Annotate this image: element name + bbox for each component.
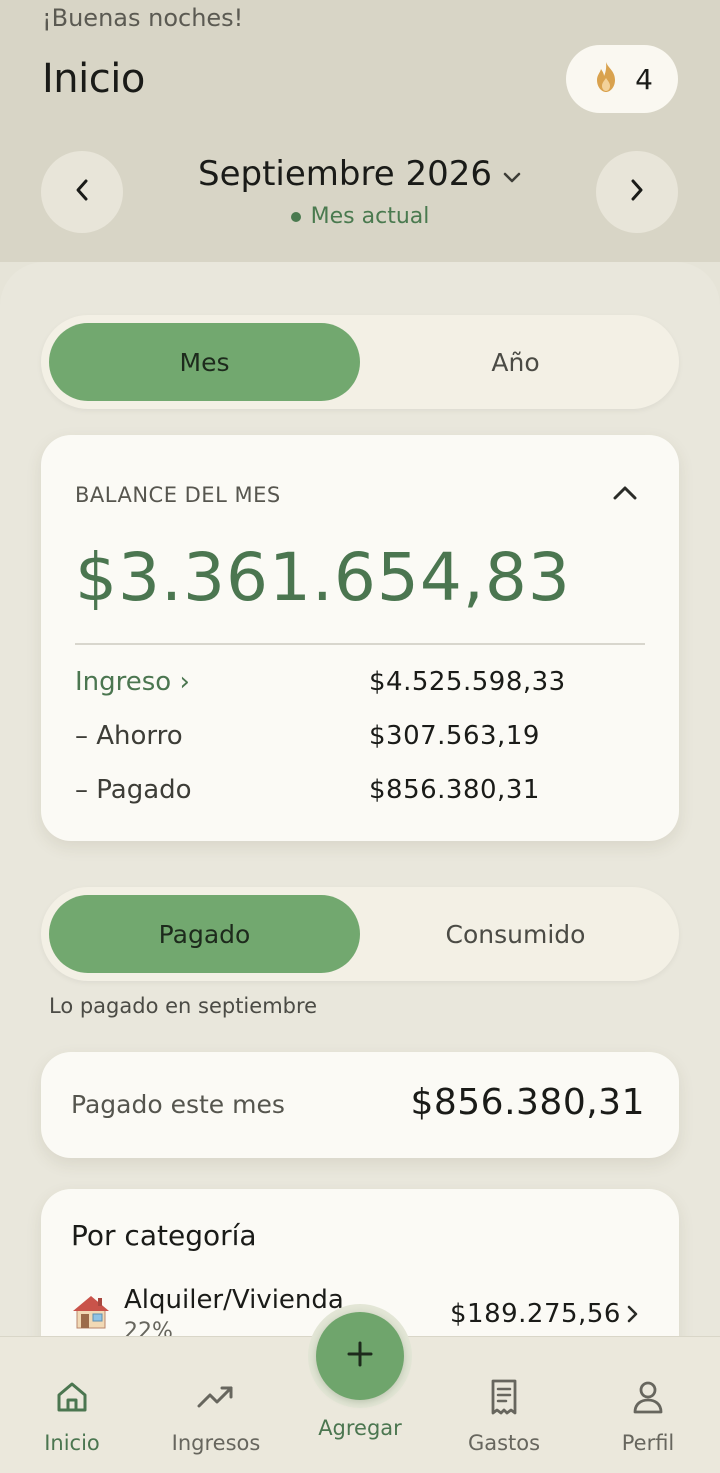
income-row[interactable]: Ingreso › $4.525.598,33	[75, 667, 645, 703]
nav-profile[interactable]: Perfil	[593, 1377, 703, 1455]
next-month-button[interactable]	[596, 151, 678, 233]
nav-profile-label: Perfil	[621, 1431, 675, 1455]
paid-value: $856.380,31	[369, 775, 540, 805]
paid-label: – Pagado	[75, 775, 192, 805]
receipt-icon	[449, 1377, 559, 1417]
chevron-left-icon	[73, 177, 91, 207]
tab-month[interactable]: Mes	[49, 323, 360, 401]
period-toggle: Mes Año	[41, 315, 679, 409]
streak-count: 4	[635, 62, 653, 96]
balance-label: BALANCE DEL MES	[75, 483, 281, 507]
month-label: Septiembre 2026	[198, 154, 492, 194]
add-button[interactable]	[316, 1312, 404, 1400]
chevron-down-icon	[502, 154, 522, 194]
nav-home[interactable]: Inicio	[17, 1377, 127, 1455]
balance-amount: $3.361.654,83	[75, 539, 571, 616]
nav-expenses[interactable]: Gastos	[449, 1377, 559, 1455]
savings-row: – Ahorro $307.563,19	[75, 721, 645, 757]
paid-row: – Pagado $856.380,31	[75, 775, 645, 811]
month-selector[interactable]: Septiembre 2026 Mes actual	[150, 154, 570, 229]
tab-year[interactable]: Año	[360, 323, 671, 401]
chevron-up-icon	[612, 484, 638, 506]
user-icon	[593, 1377, 703, 1417]
month-status: Mes actual	[310, 204, 430, 229]
previous-month-button[interactable]	[41, 151, 123, 233]
category-amount: $189.275,56	[450, 1299, 621, 1329]
collapse-balance-button[interactable]	[609, 479, 641, 511]
greeting: ¡Buenas noches!	[42, 4, 244, 32]
tab-consumed[interactable]: Consumido	[360, 895, 671, 973]
flame-icon	[591, 60, 621, 98]
home-icon	[17, 1377, 127, 1417]
chevron-right-icon	[623, 1299, 643, 1329]
streak-badge[interactable]: 4	[566, 45, 678, 113]
paid-summary-card: Pagado este mes $856.380,31	[41, 1052, 679, 1158]
category-name: Alquiler/Vivienda	[124, 1285, 344, 1315]
paid-caption: Lo pagado en septiembre	[49, 994, 318, 1018]
nav-income-label: Ingresos	[171, 1431, 261, 1455]
nav-income[interactable]: Ingresos	[161, 1377, 271, 1455]
income-value: $4.525.598,33	[369, 667, 566, 697]
balance-card: BALANCE DEL MES $3.361.654,83 Ingreso › …	[41, 435, 679, 841]
plus-icon	[345, 1339, 375, 1373]
divider	[75, 643, 645, 645]
paid-summary-label: Pagado este mes	[71, 1090, 285, 1119]
nav-expenses-label: Gastos	[467, 1431, 541, 1455]
category-title: Por categoría	[71, 1219, 257, 1252]
chevron-right-icon	[628, 177, 646, 207]
savings-label: – Ahorro	[75, 721, 183, 751]
paid-summary-value: $856.380,31	[410, 1082, 645, 1123]
add-button-ring	[308, 1304, 412, 1408]
current-month-dot	[290, 211, 301, 222]
house-icon	[71, 1291, 111, 1331]
income-link[interactable]: Ingreso ›	[75, 667, 190, 697]
savings-value: $307.563,19	[369, 721, 540, 751]
header: ¡Buenas noches! Inicio 4 Septiembre 2026…	[0, 0, 720, 262]
add-button-label: Agregar	[318, 1416, 402, 1440]
trending-up-icon	[161, 1377, 271, 1417]
paid-consumed-toggle: Pagado Consumido	[41, 887, 679, 981]
page-title: Inicio	[42, 56, 145, 102]
nav-home-label: Inicio	[44, 1431, 100, 1455]
tab-paid[interactable]: Pagado	[49, 895, 360, 973]
